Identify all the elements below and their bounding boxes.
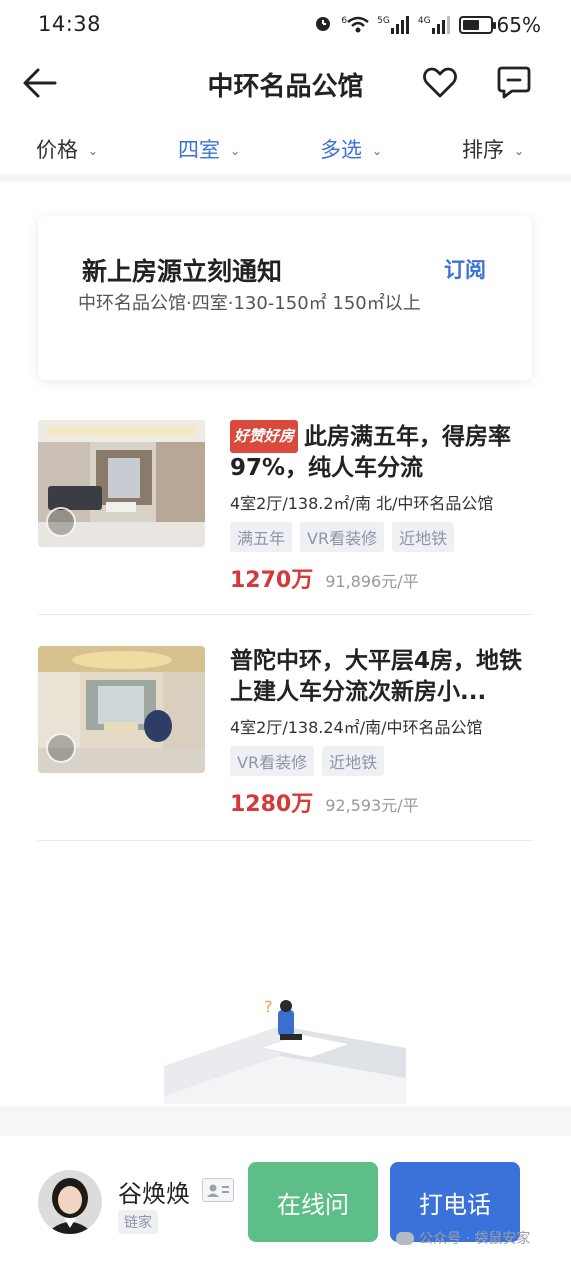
wifi-icon: 6 [341,16,369,34]
subscribe-card: 新上房源立刻通知 订阅 中环名品公馆·四室·130-150㎡ 150㎡以上 [38,216,532,380]
listing-info: 好赞好房 此房满五年，得房率97%，纯人车分流 4室2厅/138.2㎡/南 北/中… [230,420,530,594]
filter-label: 四室 [178,138,220,162]
listing-item[interactable]: 好赞好房 此房满五年，得房率97%，纯人车分流 4室2厅/138.2㎡/南 北/中… [38,420,532,593]
listing-photo[interactable] [38,420,205,547]
page-title: 中环名品公馆 [207,72,364,102]
wechat-icon [396,1231,414,1245]
message-icon[interactable] [496,64,532,100]
filter-price[interactable]: 价格 ⌄ [36,134,98,164]
agent-bar: 谷焕焕 链家 在线问 打电话 公众号 · 袋鼠安家 [0,1136,571,1268]
divider [38,840,532,841]
chevron-down-icon: ⌄ [514,144,525,158]
status-icons: 6 5G 4G 65% [313,13,541,37]
listing-info: 普陀中环，大平层4房，地铁上建人车分流次新房小... 4室2厅/138.24㎡/… [230,646,530,818]
filter-rooms[interactable]: 四室 ⌄ [178,134,240,164]
listing-title: 普陀中环，大平层4房，地铁上建人车分流次新房小... [230,648,523,705]
tag: 近地铁 [322,746,385,776]
chevron-down-icon: ⌄ [88,144,99,158]
vr-icon [46,507,76,537]
section-gap [0,1106,571,1136]
business-card-icon[interactable] [202,1178,234,1202]
listing-meta: 4室2厅/138.24㎡/南/中环名品公馆 [230,718,483,737]
empty-state-illustration: ? [160,996,410,1106]
filter-sort[interactable]: 排序 ⌄ [462,134,524,164]
divider [38,614,532,615]
heart-icon[interactable] [422,66,458,100]
listing-tags: VR看装修 近地铁 [230,746,530,776]
signal-4g-icon: 4G [418,16,451,34]
quality-badge: 好赞好房 [230,420,299,453]
agent-name: 谷焕焕 [118,1180,190,1208]
agent-company: 链家 [118,1210,158,1234]
subscribe-button[interactable]: 订阅 [444,254,486,284]
watermark: 公众号 · 袋鼠安家 [396,1228,530,1248]
listing-meta: 4室2厅/138.2㎡/南 北/中环名品公馆 [230,494,494,513]
subscribe-title: 新上房源立刻通知 [82,257,283,286]
svg-text:?: ? [264,997,273,1016]
filter-more[interactable]: 多选 ⌄ [320,134,382,164]
chevron-down-icon: ⌄ [230,144,241,158]
filter-label: 价格 [36,138,78,162]
battery-indicator: 65% [458,13,541,37]
page-header: 中环名品公馆 [0,52,571,114]
total-price: 1270万 [230,568,314,593]
listing-title: 好赞好房 此房满五年，得房率97%，纯人车分流 [230,420,530,484]
alarm-icon [313,13,333,37]
listing-tags: 满五年 VR看装修 近地铁 [230,522,530,552]
battery-percent: 65% [496,13,541,37]
battery-icon [458,16,496,34]
tag: 近地铁 [392,522,455,552]
status-time: 14:38 [38,12,102,36]
listing-item[interactable]: 普陀中环，大平层4房，地铁上建人车分流次新房小... 4室2厅/138.24㎡/… [38,646,532,817]
price-row: 1270万 91,896元/平 [230,562,530,594]
status-bar: 14:38 6 5G 4G 65% [0,0,571,52]
price-row: 1280万 92,593元/平 [230,786,530,818]
tag: 满五年 [230,522,293,552]
signal-5g-icon: 5G [377,16,410,34]
unit-price: 91,896元/平 [325,572,419,591]
filter-bar: 价格 ⌄ 四室 ⌄ 多选 ⌄ 排序 ⌄ [0,124,571,182]
vr-icon [46,733,76,763]
filter-label: 多选 [320,138,362,162]
chevron-down-icon: ⌄ [372,144,383,158]
watermark-text: 公众号 · 袋鼠安家 [419,1231,531,1247]
filter-label: 排序 [462,138,504,162]
tag: VR看装修 [300,522,385,552]
total-price: 1280万 [230,792,314,817]
tag: VR看装修 [230,746,315,776]
subscribe-description: 中环名品公馆·四室·130-150㎡ 150㎡以上 [78,293,421,314]
listing-photo[interactable] [38,646,205,773]
unit-price: 92,593元/平 [325,796,419,815]
online-chat-button[interactable]: 在线问 [248,1162,378,1242]
agent-avatar[interactable] [38,1170,102,1234]
